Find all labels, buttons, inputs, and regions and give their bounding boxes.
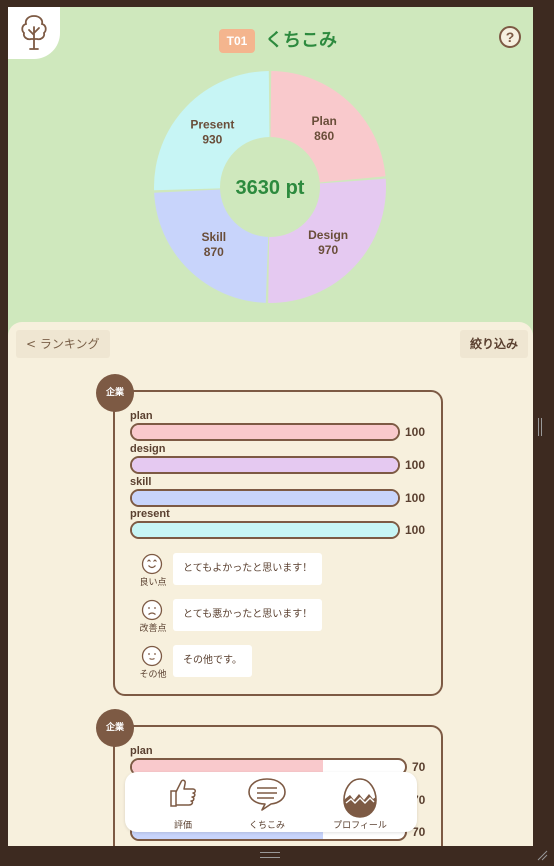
company-badge: 企業 [96,374,134,412]
slice-label-value: 930 [202,133,222,147]
score-value-design: 100 [405,458,426,472]
reviews-panel: < ランキング 絞り込み plan 100 design 100 skill 1… [8,322,533,846]
score-bar-fill [132,523,398,537]
logo[interactable] [8,7,60,59]
score-value-skill: 100 [405,491,426,505]
score-value-present: 100 [405,523,426,537]
window-frame-left [0,0,8,866]
window-frame-top [0,0,554,7]
back-to-ranking-button[interactable]: < ランキング [16,330,110,358]
vertical-resize-handle[interactable] [538,418,542,436]
comment-category-label: 良い点 [139,578,167,588]
score-bar-skill [130,489,400,507]
nav-item-evaluation[interactable]: 評価 [143,772,223,832]
score-value-plan: 70 [412,760,426,774]
score-label-plan: plan [130,745,153,757]
comment-text: とてもよかったと思います！ [173,553,323,585]
score-bar-fill [132,491,398,505]
score-label-skill: skill [130,476,152,488]
app-screen: T01 くちこみ ? 3630 pt Plan 860 Design 970 Skill… [8,7,533,846]
comment-text: とても悪かったと思います！ [173,599,323,631]
score-value-plan: 100 [405,425,426,439]
egg-icon [343,778,377,818]
speech-bubble-icon [248,778,286,811]
bottom-navigation: 評価 くちこみ プロフィール [125,772,417,832]
slice-label-name: Plan [312,114,337,128]
review-card: plan 100 design 100 skill 100 present 10… [113,390,443,696]
slice-label-name: Present [190,118,234,132]
score-donut-chart: 3630 pt Plan860 Design970 Skill870 Present9… [154,71,386,303]
comment-category-label: その他 [139,670,167,680]
nav-label: くちこみ [248,821,285,831]
slice-label-value: 870 [204,245,224,259]
horizontal-resize-handle[interactable] [260,852,280,858]
score-bar-design [130,456,400,474]
score-label-present: present [130,508,170,520]
nav-label: プロフィール [333,821,387,831]
comment-category-label: 改善点 [139,624,167,634]
score-bar-plan [130,423,400,441]
resize-grip-icon[interactable] [536,849,548,861]
filter-button[interactable]: 絞り込み [460,330,529,358]
slice-label-value: 970 [318,243,338,257]
score-bar-fill [132,425,398,439]
tree-icon [21,15,47,50]
sad-face-icon [141,599,163,621]
company-badge: 企業 [96,709,134,747]
score-label-design: design [130,443,166,455]
slice-label-value: 860 [314,129,334,143]
thumbs-up-icon [170,779,196,807]
comment-text: その他です。 [173,645,252,677]
team-code-badge: T01 [219,29,255,53]
page-title: くちこみ [265,30,337,51]
happy-face-icon [141,553,163,575]
score-bar-present [130,521,400,539]
slice-label-name: Skill [201,230,226,244]
neutral-face-icon [141,645,163,667]
nav-item-kuchikomi[interactable]: くちこみ [227,772,307,832]
score-label-plan: plan [130,410,153,422]
nav-item-profile[interactable]: プロフィール [320,772,400,832]
score-bar-fill [132,458,398,472]
nav-label: 評価 [173,821,192,831]
help-button[interactable]: ? [499,26,521,48]
window-frame-right [533,0,554,866]
slice-label-name: Design [308,228,348,242]
total-points-label: 3630 pt [236,177,305,199]
